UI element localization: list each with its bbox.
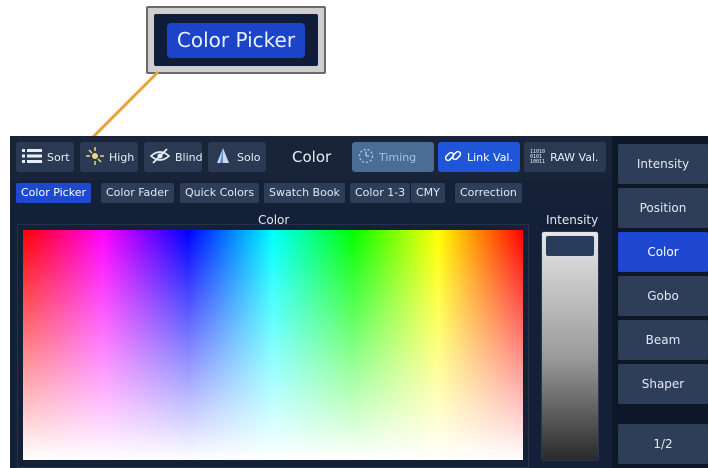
raw-values-label: RAW Val. (550, 150, 599, 164)
sidebar-item-shaper[interactable]: Shaper (618, 364, 708, 404)
eye-slash-icon (149, 147, 171, 167)
spotlight-icon (214, 147, 232, 168)
color-field-label: Color (258, 213, 290, 227)
sidebar-item-gobo[interactable]: Gobo (618, 276, 708, 316)
color-tabs: Color Picker Color Fader Quick Colors Sw… (10, 180, 612, 206)
callout-color-picker-label: Color Picker (166, 22, 306, 58)
sidebar-item-color[interactable]: Color (618, 232, 708, 272)
timing-button[interactable]: Timing (352, 142, 434, 172)
sort-button[interactable]: Sort (16, 142, 74, 172)
high-button[interactable]: High (80, 142, 138, 172)
intensity-slider-handle[interactable] (545, 235, 595, 257)
attribute-sidebar: Intensity Position Color Gobo Beam Shape… (612, 136, 708, 468)
main-panel: Sort High Blind Solo Color Timing Link V… (10, 136, 612, 468)
toolbar-title: Color (292, 148, 332, 166)
highlight-icon (86, 146, 104, 168)
timing-label: Timing (379, 150, 417, 164)
tab-quick-colors[interactable]: Quick Colors (180, 183, 260, 203)
callout-inner: Color Picker (154, 14, 318, 66)
tab-swatch-book[interactable]: Swatch Book (264, 183, 345, 203)
link-icon (444, 147, 462, 168)
list-icon (22, 148, 42, 167)
intensity-slider[interactable] (541, 231, 599, 461)
toolbar: Sort High Blind Solo Color Timing Link V… (10, 136, 612, 180)
blind-button[interactable]: Blind (144, 142, 203, 172)
link-values-button[interactable]: Link Val. (438, 142, 520, 172)
tab-cmy[interactable]: CMY (411, 183, 445, 203)
timer-icon (358, 148, 374, 167)
binary-icon: 11010 0101 10011 (530, 148, 546, 165)
blind-label: Blind (175, 150, 203, 164)
sort-label: Sort (47, 150, 70, 164)
intensity-field-label: Intensity (546, 213, 599, 227)
color-picker-window: Sort High Blind Solo Color Timing Link V… (10, 136, 708, 468)
callout-frame: Color Picker (146, 6, 326, 74)
sidebar-item-beam[interactable]: Beam (618, 320, 708, 360)
sidebar-item-position[interactable]: Position (618, 188, 708, 228)
color-field[interactable] (23, 230, 523, 460)
link-values-label: Link Val. (467, 150, 513, 164)
tab-color-fader[interactable]: Color Fader (101, 183, 174, 203)
tab-color-1-3[interactable]: Color 1-3 (350, 183, 411, 203)
sidebar-item-intensity[interactable]: Intensity (618, 144, 708, 184)
high-label: High (109, 150, 135, 164)
solo-button[interactable]: Solo (208, 142, 266, 172)
tab-color-picker[interactable]: Color Picker (16, 183, 91, 203)
solo-label: Solo (237, 150, 261, 164)
tab-correction[interactable]: Correction (455, 183, 522, 203)
raw-values-button[interactable]: 11010 0101 10011 RAW Val. (524, 142, 606, 172)
sidebar-page-button[interactable]: 1/2 (618, 424, 708, 464)
